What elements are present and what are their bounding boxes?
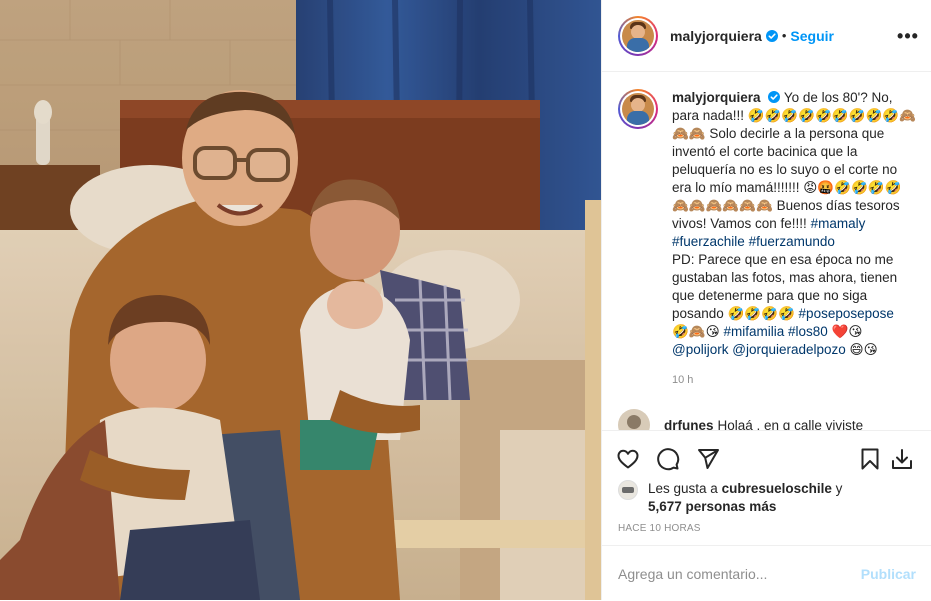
verified-badge-icon [765, 29, 778, 42]
hashtag-fuerzamundo[interactable]: #fuerzamundo [749, 234, 835, 249]
hashtag-mamaly[interactable]: #mamaly [811, 216, 866, 231]
post-photo[interactable] [0, 0, 601, 600]
caption-time[interactable]: 10 h [672, 371, 916, 389]
hashtag-los80[interactable]: #los80 [788, 324, 828, 339]
hashtag-mifamilia[interactable]: #mifamilia [723, 324, 784, 339]
heart-icon[interactable] [612, 443, 644, 475]
post-actions-area: Les gusta a cubresueloschile y 5,677 per… [602, 430, 931, 600]
more-options-icon[interactable]: ••• [896, 24, 920, 48]
publish-button[interactable]: Publicar [861, 566, 916, 582]
post-header: malyjorquiera • Seguir ••• [602, 0, 931, 72]
likes-count[interactable]: 5,677 personas más [648, 499, 776, 514]
instagram-post: malyjorquiera • Seguir ••• malyjorquiera… [0, 0, 931, 600]
add-comment-bar: Publicar [602, 545, 931, 601]
bookmark-icon[interactable] [854, 443, 886, 475]
hashtag-fuerzachile[interactable]: #fuerzachile [672, 234, 745, 249]
caption: malyjorquiera Yo de los 80'? No, para na… [618, 89, 916, 389]
comment-icon[interactable] [652, 443, 684, 475]
author-avatar[interactable] [618, 15, 658, 56]
caption-author-username[interactable]: malyjorquiera [672, 90, 761, 105]
download-icon[interactable] [886, 443, 918, 475]
post-timestamp[interactable]: HACE 10 HORAS [618, 523, 701, 534]
paper-plane-icon[interactable] [692, 443, 724, 475]
liker-username[interactable]: cubresueloschile [722, 481, 832, 496]
caption-body: malyjorquiera Yo de los 80'? No, para na… [672, 89, 916, 389]
commenter-avatar[interactable] [618, 409, 650, 430]
comment-item: drfunes Holaá , en q calle viviste [618, 409, 916, 430]
caption-text-part-4: ❤️😘 [827, 324, 867, 339]
caption-text-part-1: Yo de los 80'? No, para nada!!! 🤣🤣🤣🤣🤣🤣🤣🤣… [672, 90, 916, 231]
likes-connector: y [835, 481, 843, 496]
post-side-panel: malyjorquiera • Seguir ••• malyjorquiera… [601, 0, 931, 600]
caption-text-part-5: 😄😘 [845, 342, 878, 357]
caption-text-part-3: 🤣🙈😘 [672, 324, 724, 339]
mention-polijork[interactable]: @polijork [672, 342, 728, 357]
follow-button[interactable]: Seguir [790, 28, 834, 44]
author-username[interactable]: malyjorquiera [670, 28, 762, 44]
caption-author-avatar[interactable] [618, 89, 658, 129]
hashtag-poseposepose[interactable]: #poseposepose [799, 306, 894, 321]
verified-badge-icon [768, 91, 781, 103]
commenter-username[interactable]: drfunes [664, 418, 714, 431]
comment-input[interactable] [618, 565, 861, 582]
likes-prefix: Les gusta a [648, 481, 718, 496]
comment-text: Holaá , en q calle viviste [717, 417, 864, 431]
mention-jorquieradelpozo[interactable]: @jorquieradelpozo [732, 342, 846, 357]
liker-avatar[interactable] [618, 480, 638, 500]
family-photo-illustration [0, 0, 601, 600]
comments-section[interactable]: malyjorquiera Yo de los 80'? No, para na… [602, 73, 931, 430]
likes-summary: Les gusta a cubresueloschile y 5,677 per… [618, 480, 842, 516]
author-avatar-image [622, 19, 654, 52]
action-bar [610, 439, 924, 479]
separator-dot: • [781, 28, 787, 43]
